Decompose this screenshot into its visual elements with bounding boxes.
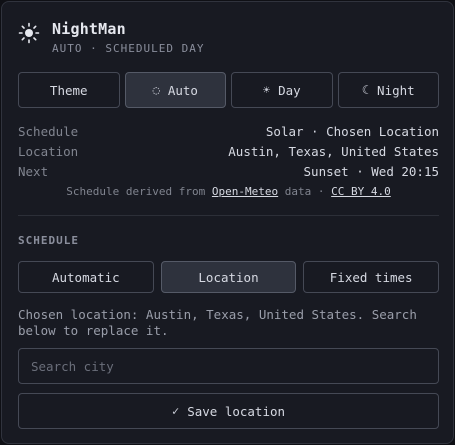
- schedule-row: Schedule Solar · Chosen Location: [18, 122, 439, 142]
- status-info: Schedule Solar · Chosen Location Locatio…: [18, 122, 439, 182]
- location-key: Location: [18, 144, 79, 159]
- city-search-input[interactable]: [18, 348, 439, 384]
- location-row: Location Austin, Texas, United States: [18, 142, 439, 162]
- location-value: Austin, Texas, United States: [228, 144, 439, 159]
- schedule-value: Solar · Chosen Location: [265, 124, 439, 139]
- moon-icon: ☾: [361, 83, 370, 97]
- next-value: Sunset · Wed 20:15: [303, 164, 439, 179]
- auto-button-label: Auto: [167, 82, 198, 98]
- attribution-prefix: Schedule derived from: [66, 185, 206, 198]
- tab-fixed-times-label: Fixed times: [329, 269, 413, 285]
- day-button-label: Day: [278, 82, 301, 98]
- tab-location[interactable]: Location: [160, 261, 297, 293]
- header: NightMan AUTO · SCHEDULED DAY: [18, 20, 204, 56]
- tab-location-label: Location: [198, 269, 259, 285]
- save-location-label: Save location: [187, 403, 286, 419]
- location-help-text: Chosen location: Austin, Texas, United S…: [18, 307, 417, 338]
- save-location-button[interactable]: ✓ Save location: [18, 393, 439, 429]
- sun-icon: [18, 22, 40, 44]
- header-text: NightMan AUTO · SCHEDULED DAY: [52, 20, 204, 56]
- theme-button-label: Theme: [49, 82, 88, 98]
- app-status: AUTO · SCHEDULED DAY: [52, 42, 205, 55]
- tab-fixed-times[interactable]: Fixed times: [303, 261, 440, 293]
- attribution: Schedule derived from Open-Meteo data · …: [18, 185, 439, 198]
- auto-icon: ◌: [152, 83, 160, 97]
- auto-button[interactable]: ◌ Auto: [124, 72, 226, 108]
- license-link[interactable]: CC BY 4.0: [331, 185, 391, 198]
- schedule-section-label: SCHEDULE: [18, 234, 79, 247]
- nightman-panel: NightMan AUTO · SCHEDULED DAY Theme ◌ Au…: [1, 1, 454, 444]
- next-row: Next Sunset · Wed 20:15: [18, 162, 439, 182]
- day-button[interactable]: ☀ Day: [231, 72, 333, 108]
- divider: [18, 215, 439, 216]
- attribution-middle: data ·: [284, 185, 325, 198]
- mode-selector: Theme ◌ Auto ☀ Day ☾ Night: [18, 72, 439, 108]
- next-key: Next: [18, 164, 49, 179]
- night-button-label: Night: [377, 82, 415, 98]
- schedule-tabs: Automatic Location Fixed times: [18, 261, 440, 293]
- tab-automatic[interactable]: Automatic: [18, 261, 154, 293]
- night-button[interactable]: ☾ Night: [337, 72, 439, 108]
- schedule-key: Schedule: [18, 124, 79, 139]
- theme-button[interactable]: Theme: [18, 72, 120, 108]
- sun-small-icon: ☀: [262, 83, 271, 97]
- open-meteo-link[interactable]: Open-Meteo: [212, 185, 278, 198]
- check-icon: ✓: [171, 404, 180, 418]
- app-title: NightMan: [52, 20, 126, 38]
- tab-automatic-label: Automatic: [51, 269, 120, 285]
